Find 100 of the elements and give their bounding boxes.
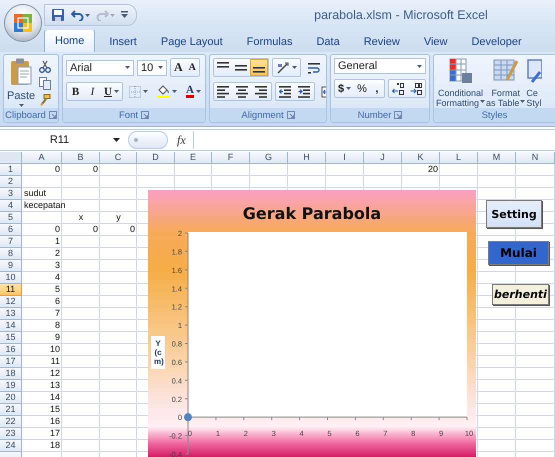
macro-button[interactable]: berhenti	[492, 284, 549, 305]
ribbon-tab[interactable]: Home	[44, 29, 96, 52]
row-header[interactable]: 24	[0, 440, 22, 452]
row-header[interactable]: 10	[0, 272, 22, 284]
cell-styles-icon	[526, 58, 542, 84]
row-header[interactable]: 1	[0, 164, 22, 176]
sheet-cell-text: 12	[48, 368, 61, 380]
row-header[interactable]: 7	[0, 236, 22, 248]
resize-handle[interactable]	[128, 131, 168, 149]
group-label: Font	[118, 110, 138, 120]
font-name-field[interactable]: Arial	[66, 60, 134, 76]
row-header[interactable]: 17	[0, 356, 22, 368]
italic-button[interactable]: I	[84, 83, 101, 100]
column-header[interactable]: A	[22, 152, 62, 164]
caret-icon	[172, 90, 177, 93]
row-header[interactable]: 8	[0, 248, 22, 260]
row-header[interactable]: 3	[0, 188, 22, 200]
sheet-cell-text: 7	[54, 308, 61, 320]
ribbon-tab[interactable]: Formulas	[236, 31, 302, 52]
caret-icon	[292, 66, 297, 69]
group-label: Alignment	[241, 110, 284, 120]
row-header[interactable]: 16	[0, 344, 22, 356]
row-header[interactable]: 14	[0, 320, 22, 332]
sheet-cell-text: sudut	[23, 188, 48, 200]
row-header[interactable]: 4	[0, 200, 22, 212]
office-button[interactable]	[5, 5, 41, 41]
comma-button[interactable]: ,	[370, 80, 384, 97]
row-header[interactable]: 23	[0, 428, 22, 440]
column-header[interactable]: J	[364, 152, 402, 164]
font-size-field[interactable]: 10	[137, 60, 167, 76]
conditional-button[interactable]: Conditional Formatting	[436, 58, 486, 108]
row-header[interactable]: 13	[0, 308, 22, 320]
number-format-field[interactable]: General	[334, 58, 426, 74]
row-header[interactable]: 2	[0, 176, 22, 188]
caret-icon	[85, 14, 90, 16]
sheet-cell-text: 18	[48, 440, 61, 452]
chart-title: Gerak Parabola	[242, 204, 382, 223]
caret-icon	[142, 90, 148, 93]
column-header[interactable]: D	[137, 152, 175, 164]
ribbon-tab[interactable]: View	[414, 31, 458, 52]
ribbon-tab[interactable]: Page Layout	[150, 31, 233, 52]
percent-button[interactable]: %	[354, 80, 370, 97]
sheet-cell-text: 0	[54, 164, 61, 176]
row-header[interactable]: 11	[0, 284, 22, 296]
font-color-button[interactable]: A	[182, 83, 204, 100]
align-bottom-button[interactable]	[250, 59, 268, 76]
ribbon-tab[interactable]: Data	[306, 31, 350, 52]
underline-button[interactable]: U	[101, 83, 122, 100]
row-header[interactable]: 21	[0, 404, 22, 416]
insert-function-button[interactable]: fx	[174, 132, 189, 148]
row-header[interactable]: 15	[0, 332, 22, 344]
column-header[interactable]: M	[478, 152, 516, 164]
column-header[interactable]: K	[402, 152, 440, 164]
row-header[interactable]: 22	[0, 416, 22, 428]
paint-bucket-icon	[156, 85, 170, 98]
save-button[interactable]	[49, 6, 67, 24]
column-header[interactable]: H	[288, 152, 326, 164]
ribbon-tab[interactable]: Insert	[99, 31, 147, 52]
clipboard-icon	[10, 58, 32, 88]
column-header[interactable]: G	[250, 152, 288, 164]
row-header[interactable]: 18	[0, 368, 22, 380]
macro-button[interactable]: Setting	[486, 200, 542, 228]
paste-button[interactable]: Paste	[7, 58, 36, 108]
cut-button[interactable]	[38, 59, 52, 74]
grow-font-button[interactable]: A	[171, 59, 186, 76]
shrink-font-button[interactable]: A	[186, 59, 199, 76]
table-button[interactable]: Format as Table	[486, 58, 526, 108]
row-header[interactable]: 6	[0, 224, 22, 236]
sheet-cell-text: 13	[48, 380, 61, 392]
cell-styles-button[interactable]: Ce Styl	[526, 58, 542, 108]
column-header[interactable]: F	[212, 152, 250, 164]
dropdown-caret-icon	[113, 138, 120, 142]
column-header[interactable]: C	[100, 152, 137, 164]
window-title: parabola.xlsm - Microsoft Excel	[313, 8, 489, 22]
sheet-cell-text: 15	[48, 404, 61, 416]
bold-button[interactable]: B	[67, 83, 84, 100]
row-header[interactable]: 9	[0, 260, 22, 272]
currency-button[interactable]: $	[335, 80, 354, 97]
ribbon-tab[interactable]: Developer	[461, 31, 532, 52]
column-header[interactable]: B	[62, 152, 100, 164]
sheet-cell-text: 1	[54, 236, 61, 248]
column-header[interactable]: N	[516, 152, 555, 164]
caret-icon	[158, 66, 163, 69]
macro-button[interactable]: Mulai	[488, 241, 549, 265]
column-header[interactable]: E	[175, 152, 212, 164]
scissors-icon	[39, 60, 52, 73]
format-painter-button[interactable]	[38, 93, 52, 108]
sheet-cell-text: 8	[54, 320, 61, 332]
row-header[interactable]: 20	[0, 392, 22, 404]
sheet-cell-text: 4	[54, 272, 61, 284]
wrap-text-icon	[307, 60, 321, 74]
row-header[interactable]: 12	[0, 296, 22, 308]
orientation-icon	[276, 60, 290, 74]
sheet-cell-text: 2	[54, 248, 61, 260]
column-header[interactable]: I	[326, 152, 364, 164]
row-header[interactable]: 19	[0, 380, 22, 392]
ribbon-tab[interactable]: Review	[354, 31, 410, 52]
column-header[interactable]: L	[440, 152, 478, 164]
copy-button[interactable]	[38, 76, 52, 91]
row-header[interactable]: 5	[0, 212, 22, 224]
